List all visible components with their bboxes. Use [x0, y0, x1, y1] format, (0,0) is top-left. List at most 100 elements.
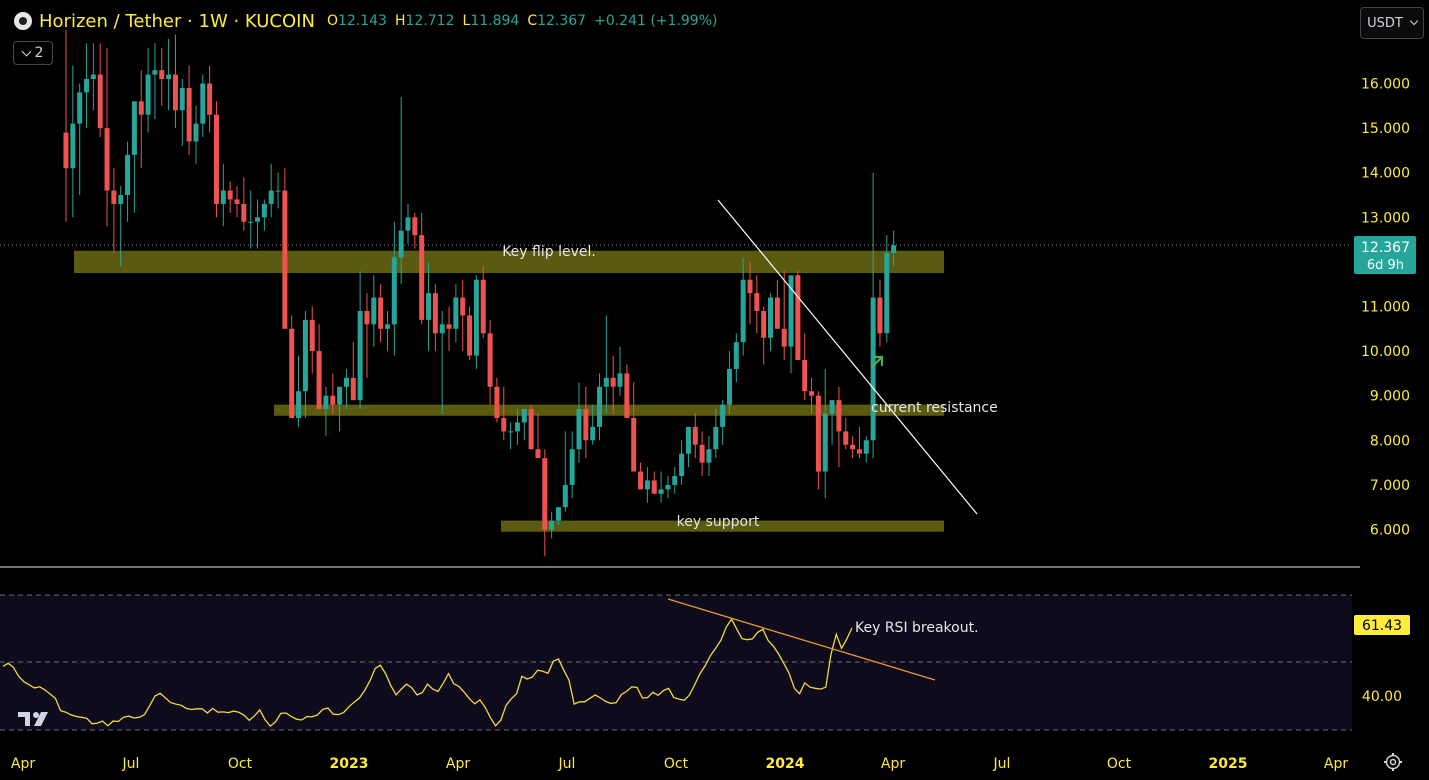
symbol-title[interactable]: Horizen / Tether · 1W · KUCOIN — [39, 11, 315, 32]
candle — [863, 435, 869, 463]
candle — [261, 199, 267, 231]
candle-body — [159, 70, 165, 80]
candle — [159, 47, 165, 106]
candle-body — [166, 74, 172, 80]
candle-body — [302, 319, 308, 392]
currency-selector[interactable]: USDT — [1360, 7, 1424, 39]
flip-level-label: Key flip level. — [502, 244, 596, 260]
indicators-collapse-button[interactable]: 2 — [13, 41, 53, 65]
candle-body — [733, 342, 739, 369]
candle — [583, 386, 589, 459]
candle — [521, 409, 527, 441]
ohlc-low: 11.894 — [470, 13, 520, 29]
gear-icon[interactable] — [1383, 752, 1403, 772]
candle — [234, 186, 240, 218]
candle — [802, 333, 808, 401]
candle-body — [617, 373, 623, 387]
resistance-zone[interactable] — [274, 404, 944, 416]
candle-body — [658, 489, 664, 494]
price-axis-tick: 14.000 — [1361, 166, 1410, 182]
candle-body — [651, 480, 657, 494]
candle — [186, 65, 192, 155]
candle-body — [877, 297, 883, 334]
candle — [768, 293, 774, 352]
time-axis-tick: Apr — [1324, 756, 1348, 772]
candle-body — [829, 400, 835, 414]
candle — [111, 168, 117, 253]
candle — [275, 172, 281, 209]
descending-trendline[interactable] — [717, 199, 978, 515]
candle-body — [296, 391, 302, 418]
candle — [624, 364, 630, 418]
candle — [172, 34, 178, 129]
candle — [405, 203, 411, 245]
candle-body — [480, 279, 486, 334]
candle-body — [521, 409, 527, 423]
candle-body — [207, 83, 213, 115]
time-axis-tick: 2023 — [330, 756, 369, 772]
candle-body — [337, 386, 343, 405]
candle-body — [638, 471, 644, 490]
candle-body — [672, 475, 678, 485]
candle — [268, 163, 274, 218]
candle-body — [432, 293, 438, 334]
key-support-label: key support — [677, 514, 760, 530]
candle — [282, 168, 288, 329]
ohlc-key: O — [326, 13, 338, 29]
candle — [692, 413, 698, 459]
candle — [603, 315, 609, 414]
chart-canvas[interactable]: Key flip level. current resistance key sup… — [0, 0, 1429, 780]
candle-body — [343, 377, 349, 387]
candle — [877, 279, 883, 347]
candle-body — [836, 400, 842, 432]
candle-body — [275, 190, 281, 192]
candle — [843, 418, 849, 450]
currency-label: USDT — [1367, 15, 1403, 31]
candle-body — [740, 279, 746, 343]
candle — [384, 310, 390, 352]
candle — [391, 221, 397, 356]
candle-body — [870, 297, 876, 441]
candle-countdown: 6d 9h — [1367, 258, 1404, 273]
candle — [145, 47, 151, 133]
time-axis-tick: Apr — [446, 756, 470, 772]
candle — [597, 373, 603, 441]
candle-body — [590, 426, 596, 441]
candle-body — [795, 275, 801, 361]
tradingview-logo[interactable] — [16, 708, 56, 730]
candle — [665, 475, 671, 499]
candle-body — [501, 418, 507, 432]
candle-body — [241, 203, 247, 222]
candle — [193, 105, 199, 164]
candle — [439, 310, 445, 414]
candle — [289, 315, 295, 418]
candle-body — [542, 458, 548, 530]
ohlc-open: 12.143 — [337, 13, 387, 29]
candle-body — [323, 395, 329, 410]
candle — [733, 333, 739, 383]
ohlc-key: H — [394, 13, 406, 29]
candle-body — [70, 123, 76, 169]
candle — [467, 306, 473, 361]
candle — [70, 65, 76, 218]
candle-body — [391, 257, 397, 325]
candle-body — [467, 315, 473, 356]
candle-body — [118, 195, 124, 204]
candle-body — [508, 431, 514, 433]
candle — [829, 400, 835, 445]
candle — [241, 177, 247, 231]
price-axis-tick: 11.000 — [1361, 300, 1410, 316]
candle-body — [398, 230, 404, 258]
candle — [822, 368, 828, 499]
candle — [542, 449, 548, 557]
chevron-down-icon — [21, 46, 31, 56]
candle-body — [720, 404, 726, 427]
candle — [207, 65, 213, 133]
candle-body — [261, 203, 267, 218]
candle-body — [802, 360, 808, 392]
candle — [302, 310, 308, 418]
candle-body — [453, 297, 459, 329]
candle — [576, 382, 582, 463]
candle — [343, 368, 349, 410]
ohlc-high: 12.712 — [405, 13, 455, 29]
